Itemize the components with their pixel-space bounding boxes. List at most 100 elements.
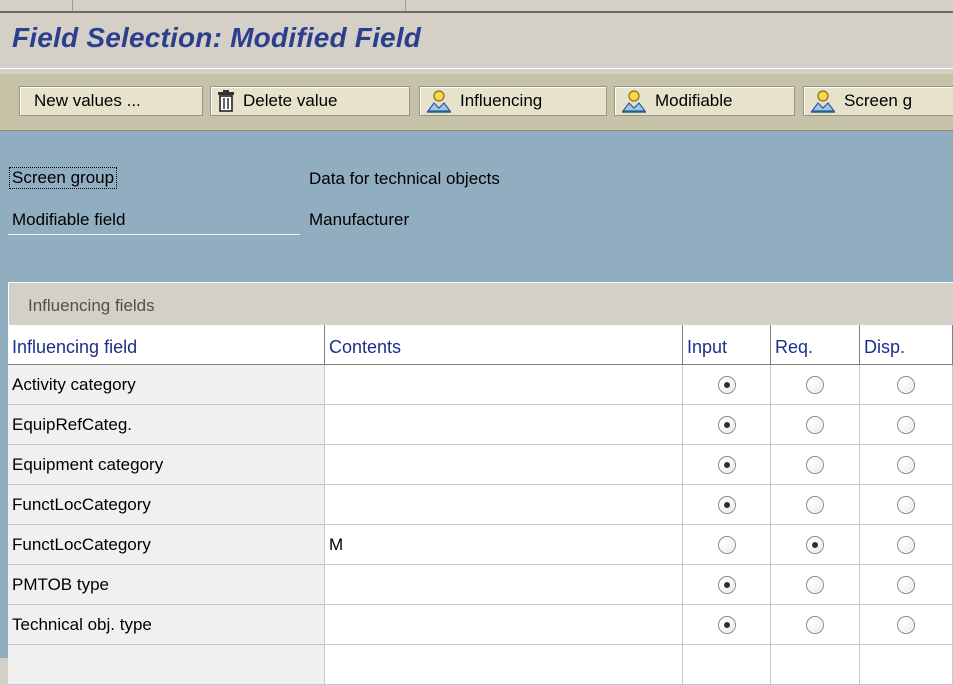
field-cell: Equipment category — [8, 445, 325, 485]
application-toolbar: New values ... Delete value Influencing … — [0, 74, 953, 131]
label-underline — [8, 234, 300, 235]
disp-radio[interactable] — [897, 415, 915, 434]
contents-cell[interactable] — [325, 365, 683, 405]
field-cell: PMTOB type — [8, 565, 325, 605]
title-separator — [0, 68, 953, 69]
req-radio[interactable] — [806, 575, 824, 594]
radio-cell — [771, 485, 860, 525]
table-row: EquipRefCateg. — [8, 405, 953, 445]
col-header-input[interactable]: Input — [683, 325, 771, 365]
strip-border — [0, 11, 953, 13]
contents-cell[interactable] — [325, 445, 683, 485]
contents-cell[interactable] — [325, 645, 683, 685]
contents-cell[interactable] — [325, 565, 683, 605]
radio-cell — [683, 525, 771, 565]
table-row: FunctLocCategory M — [8, 525, 953, 565]
radio-cell — [860, 405, 953, 445]
input-radio[interactable] — [717, 455, 736, 474]
modifiable-field-label: Modifiable field — [12, 210, 126, 229]
screen-group-value: Data for technical objects — [309, 169, 500, 188]
table-row: FunctLocCategory — [8, 485, 953, 525]
contents-cell[interactable] — [325, 605, 683, 645]
radio-cell — [860, 445, 953, 485]
radio-dot — [723, 461, 730, 468]
new-values-button[interactable]: New values ... — [19, 86, 203, 116]
radio-dot — [723, 581, 730, 588]
field-cell: EquipRefCateg. — [8, 405, 325, 445]
input-radio[interactable] — [717, 615, 736, 634]
req-radio[interactable] — [806, 495, 824, 514]
influencing-label: Influencing — [460, 91, 543, 110]
col-header-contents[interactable]: Contents — [325, 325, 683, 365]
modifiable-field-value: Manufacturer — [309, 210, 410, 229]
radio-cell — [771, 565, 860, 605]
radio-dot — [723, 421, 730, 428]
req-radio[interactable] — [806, 615, 824, 634]
delete-value-label: Delete value — [243, 91, 338, 110]
radio-cell — [683, 485, 771, 525]
disp-radio[interactable] — [897, 455, 915, 474]
radio-cell — [771, 405, 860, 445]
delete-value-button[interactable]: Delete value — [210, 86, 410, 116]
radio-dot — [812, 541, 818, 548]
col-header-disp[interactable]: Disp. — [860, 325, 953, 365]
trash-icon — [218, 90, 234, 112]
new-values-label: New values ... — [34, 91, 141, 110]
disp-radio[interactable] — [897, 535, 915, 554]
radio-cell — [683, 565, 771, 605]
disp-radio[interactable] — [897, 615, 915, 634]
req-radio[interactable] — [806, 535, 824, 554]
req-radio[interactable] — [806, 415, 824, 434]
table-row: Technical obj. type — [8, 605, 953, 645]
radio-cell — [683, 445, 771, 485]
screen-group-button[interactable]: Screen g — [803, 86, 953, 116]
radio-cell — [771, 605, 860, 645]
field-cell: FunctLocCategory — [8, 485, 325, 525]
input-radio[interactable] — [717, 415, 736, 434]
field-cell: Technical obj. type — [8, 605, 325, 645]
user-icon — [426, 90, 452, 113]
input-radio[interactable] — [717, 575, 736, 594]
radio-cell — [683, 645, 771, 685]
col-header-influencing-field[interactable]: Influencing field — [8, 325, 325, 365]
radio-cell — [860, 485, 953, 525]
contents-cell[interactable]: M — [325, 525, 683, 565]
input-radio[interactable] — [717, 375, 736, 394]
input-radio[interactable] — [717, 535, 736, 554]
radio-cell — [771, 525, 860, 565]
influencing-fields-table: Influencing field Contents Input Req. Di… — [8, 325, 953, 685]
window-top-strip — [0, 0, 953, 13]
radio-dot — [723, 621, 730, 628]
field-cell: Activity category — [8, 365, 325, 405]
disp-radio[interactable] — [897, 495, 915, 514]
input-radio[interactable] — [717, 495, 736, 514]
radio-dot — [723, 501, 730, 508]
screen-group-label[interactable]: Screen group — [8, 167, 118, 189]
radio-cell — [860, 605, 953, 645]
modifiable-label: Modifiable — [655, 91, 733, 110]
table-row — [8, 645, 953, 685]
influencing-button[interactable]: Influencing — [419, 86, 607, 116]
radio-cell — [860, 365, 953, 405]
req-radio[interactable] — [806, 375, 824, 394]
modifiable-button[interactable]: Modifiable — [614, 86, 795, 116]
table-row: PMTOB type — [8, 565, 953, 605]
col-header-req[interactable]: Req. — [771, 325, 860, 365]
radio-cell — [860, 565, 953, 605]
req-radio[interactable] — [806, 455, 824, 474]
radio-cell — [771, 445, 860, 485]
disp-radio[interactable] — [897, 575, 915, 594]
radio-cell — [771, 365, 860, 405]
page-title: Field Selection: Modified Field — [12, 22, 422, 53]
influencing-fields-caption: Influencing fields — [28, 296, 155, 315]
disp-radio[interactable] — [897, 375, 915, 394]
radio-cell — [771, 645, 860, 685]
contents-cell[interactable] — [325, 405, 683, 445]
user-icon — [621, 90, 647, 113]
contents-cell[interactable] — [325, 485, 683, 525]
radio-cell — [683, 405, 771, 445]
field-cell — [8, 645, 325, 685]
radio-cell — [860, 645, 953, 685]
table-row: Activity category — [8, 365, 953, 405]
table-row: Equipment category — [8, 445, 953, 485]
